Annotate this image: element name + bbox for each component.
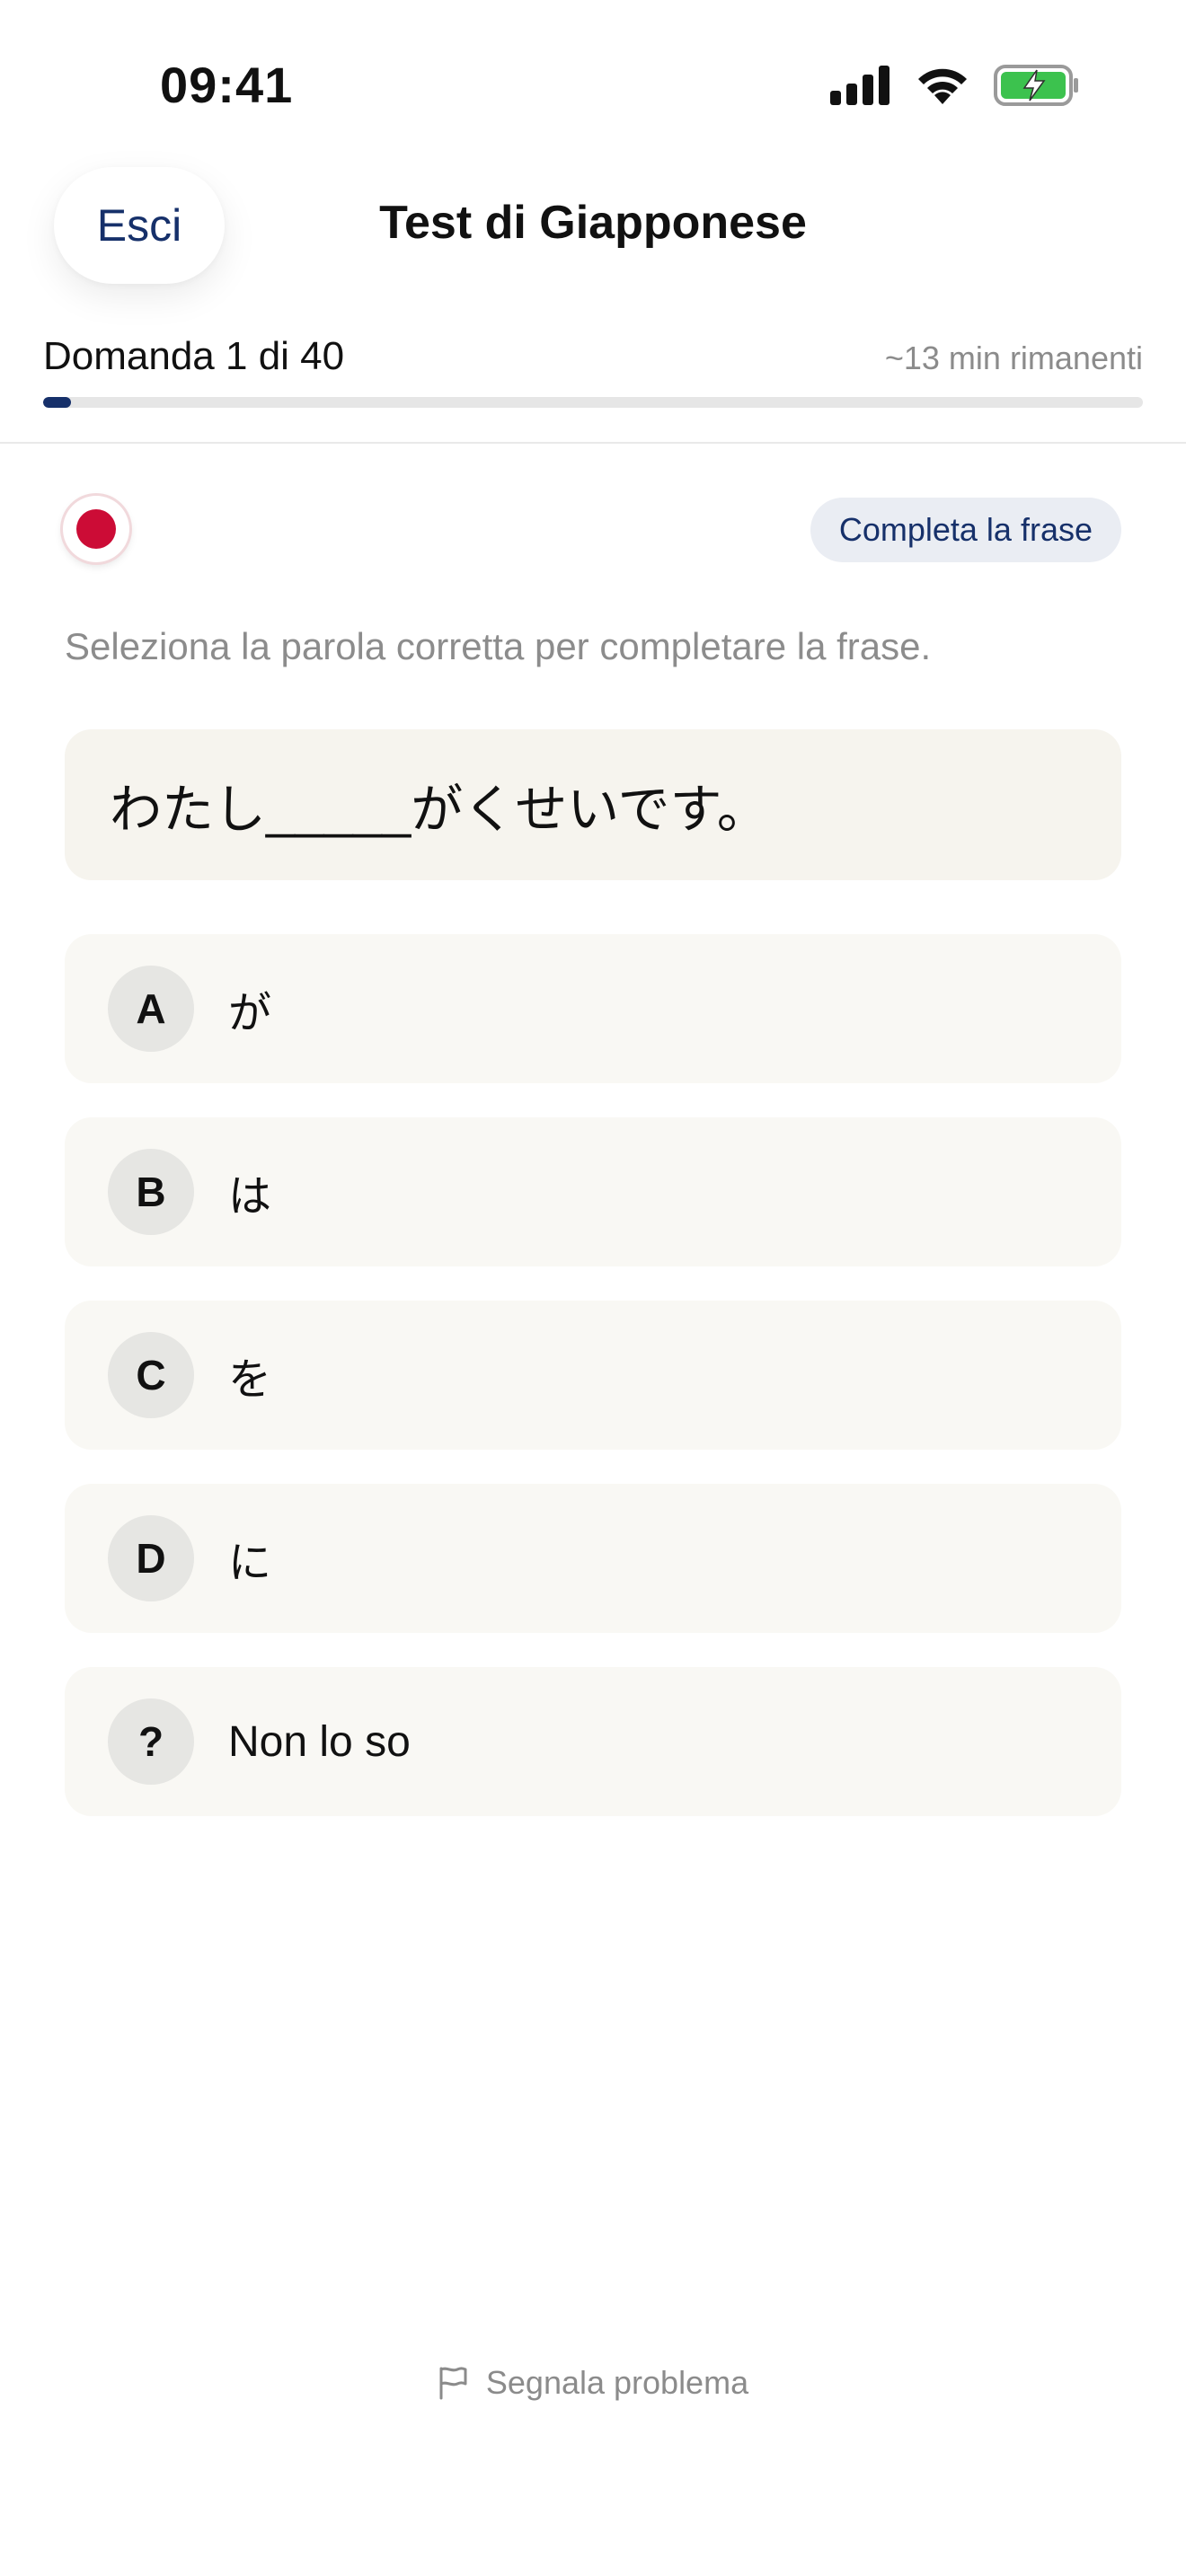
quiz-screen: 09:41 Esci Test di Giapponese Domanda 1 … <box>0 0 1186 2576</box>
question-counter: Domanda 1 di 40 <box>43 334 345 378</box>
option-a[interactable]: A が <box>65 934 1121 1083</box>
answer-options: A が B は C を D に ? Non lo so <box>65 934 1121 1850</box>
progress-fill <box>43 397 71 408</box>
question-mark-icon: ? <box>108 1698 194 1785</box>
japan-flag-icon <box>63 496 129 562</box>
flag-icon <box>439 2367 467 2400</box>
option-b[interactable]: B は <box>65 1117 1121 1266</box>
battery-charging-icon <box>994 65 1078 106</box>
option-letter-badge: C <box>108 1332 194 1418</box>
option-text: を <box>228 1356 272 1404</box>
header-divider <box>0 442 1186 444</box>
option-text: に <box>228 1539 272 1587</box>
question-sentence: わたし_____がくせいです。 <box>110 781 769 839</box>
page-title: Test di Giapponese <box>379 197 807 249</box>
wifi-icon <box>918 68 967 104</box>
option-c[interactable]: C を <box>65 1301 1121 1450</box>
status-time: 09:41 <box>160 57 294 113</box>
cellular-signal-icon <box>830 66 890 105</box>
option-letter-badge: B <box>108 1149 194 1235</box>
report-problem-label: Segnala problema <box>485 2364 749 2401</box>
flag-red-circle <box>76 509 116 549</box>
option-letter-badge: D <box>108 1515 194 1601</box>
report-problem-button[interactable]: Segnala problema <box>0 2364 1186 2402</box>
option-d[interactable]: D に <box>65 1484 1121 1633</box>
status-icons <box>830 65 1080 106</box>
time-remaining: ~13 min rimanenti <box>884 340 1143 376</box>
question-type-tag: Completa la frase <box>810 498 1121 562</box>
option-text: は <box>228 1173 272 1221</box>
option-text: が <box>228 990 272 1037</box>
option-dont-know[interactable]: ? Non lo so <box>65 1667 1121 1816</box>
option-letter-badge: A <box>108 966 194 1052</box>
question-instruction: Seleziona la parola corretta per complet… <box>65 625 932 667</box>
question-sentence-card: わたし_____がくせいです。 <box>65 729 1121 880</box>
option-text: Non lo so <box>228 1717 411 1766</box>
progress-bar <box>43 397 1143 408</box>
